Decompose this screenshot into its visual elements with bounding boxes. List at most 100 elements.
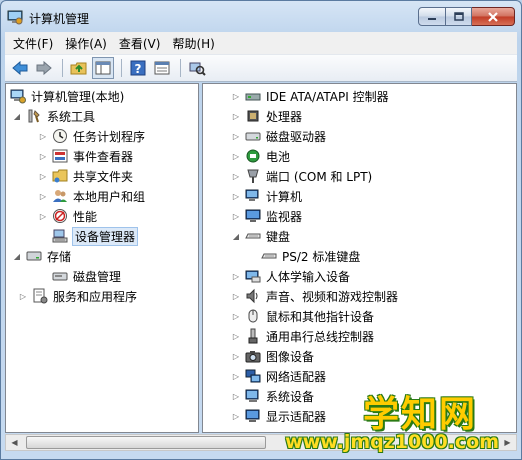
tree-system-tools[interactable]: ◢ 系统工具: [12, 106, 95, 126]
up-folder-button[interactable]: [68, 57, 90, 79]
expand-arrow-icon[interactable]: ▷: [38, 151, 48, 161]
device-category-hid[interactable]: ▷ 人体学输入设备: [231, 266, 350, 286]
tree-device-manager[interactable]: 设备管理器: [52, 226, 139, 246]
help-button[interactable]: ?: [127, 57, 149, 79]
device-category-computer[interactable]: ▷ 计算机: [231, 186, 302, 206]
tree-event-viewer[interactable]: ▷ 事件查看器: [38, 146, 133, 166]
expand-arrow-icon[interactable]: ▷: [38, 131, 48, 141]
title-bar[interactable]: 计算机管理: [1, 1, 521, 31]
device-category-cpu[interactable]: ▷ 处理器: [231, 106, 302, 126]
expand-arrow-icon[interactable]: ▷: [231, 331, 241, 341]
scan-hardware-button[interactable]: [186, 57, 208, 79]
expand-arrow-icon[interactable]: ▷: [231, 411, 241, 421]
expand-arrow-icon[interactable]: ▷: [231, 91, 241, 101]
minimize-icon: [428, 17, 436, 20]
collapse-arrow-icon[interactable]: ◢: [12, 111, 22, 121]
toolbar-separator: [121, 59, 122, 77]
expand-arrow-icon[interactable]: ▷: [231, 111, 241, 121]
horizontal-scrollbar[interactable]: ◀ ▶: [5, 434, 517, 451]
scroll-left-icon[interactable]: ◀: [6, 435, 23, 450]
device-category-cpu-label: 处理器: [266, 109, 303, 124]
device-category-ports[interactable]: ▷ 端口 (COM 和 LPT): [231, 166, 372, 186]
device-ps2-keyboard[interactable]: PS/2 标准键盘: [261, 246, 360, 266]
minimize-button[interactable]: [418, 7, 446, 26]
menu-help[interactable]: 帮助(H): [166, 33, 220, 54]
device-list-pane[interactable]: ▷ IDE ATA/ATAPI 控制器 ▷ 处理器 ▷ 磁盘驱动器 ▷ 电池 ▷…: [202, 83, 517, 433]
expand-arrow-icon[interactable]: ▷: [38, 191, 48, 201]
tree-disk-management[interactable]: 磁盘管理: [52, 266, 121, 286]
device-category-network[interactable]: ▷ 网络适配器: [231, 366, 326, 386]
expand-arrow-icon[interactable]: ▷: [38, 211, 48, 221]
services-icon: [32, 288, 48, 304]
device-category-usb-label: 通用串行总线控制器: [266, 329, 375, 344]
expand-arrow-icon[interactable]: ▷: [38, 171, 48, 181]
window-title: 计算机管理: [29, 12, 90, 26]
properties-button[interactable]: [151, 57, 173, 79]
expand-arrow-icon[interactable]: ▷: [231, 171, 241, 181]
properties-icon: [154, 61, 170, 75]
device-category-network-label: 网络适配器: [266, 369, 327, 384]
tree-performance[interactable]: ▷ 性能: [38, 206, 97, 226]
device-category-monitor[interactable]: ▷ 监视器: [231, 206, 302, 226]
device-category-computer-label: 计算机: [266, 189, 303, 204]
shared-folder-icon: [52, 168, 68, 184]
device-category-mouse[interactable]: ▷ 鼠标和其他指针设备: [231, 306, 374, 326]
ide-controller-icon: [245, 88, 261, 104]
console-tree-pane[interactable]: 计算机管理(本地) ◢ 系统工具 ▷ 任务计划程序 ▷ 事件查看器 ▷ 共享文件…: [5, 83, 199, 433]
forward-button[interactable]: [33, 57, 55, 79]
device-category-imaging-label: 图像设备: [266, 349, 315, 364]
expand-arrow-icon[interactable]: ▷: [231, 211, 241, 221]
device-category-imaging[interactable]: ▷ 图像设备: [231, 346, 314, 366]
tree-root[interactable]: 计算机管理(本地): [10, 86, 124, 106]
device-category-audio[interactable]: ▷ 声音、视频和游戏控制器: [231, 286, 398, 306]
tree-shared-folders[interactable]: ▷ 共享文件夹: [38, 166, 133, 186]
expand-arrow-icon[interactable]: ▷: [231, 151, 241, 161]
device-category-usb[interactable]: ▷ 通用串行总线控制器: [231, 326, 374, 346]
expand-arrow-icon[interactable]: ▷: [231, 291, 241, 301]
scrollbar-thumb[interactable]: [26, 436, 266, 449]
tree-root-label: 计算机管理(本地): [31, 89, 125, 104]
device-category-ports-label: 端口 (COM 和 LPT): [266, 169, 373, 184]
expand-arrow-icon[interactable]: ▷: [231, 351, 241, 361]
menu-view[interactable]: 查看(V): [113, 33, 167, 54]
back-button[interactable]: [9, 57, 31, 79]
tree-local-users[interactable]: ▷ 本地用户和组: [38, 186, 145, 206]
speaker-icon: [245, 288, 261, 304]
device-category-battery[interactable]: ▷ 电池: [231, 146, 290, 166]
close-button[interactable]: [472, 7, 515, 26]
collapse-arrow-icon[interactable]: ◢: [12, 251, 22, 261]
device-category-ide[interactable]: ▷ IDE ATA/ATAPI 控制器: [231, 86, 389, 106]
expand-arrow-icon[interactable]: ▷: [231, 391, 241, 401]
menu-action[interactable]: 操作(A): [59, 33, 113, 54]
tree-storage[interactable]: ◢ 存储: [12, 246, 71, 266]
device-category-system[interactable]: ▷ 系统设备: [231, 386, 314, 406]
tree-services-apps[interactable]: ▷ 服务和应用程序: [18, 286, 137, 306]
device-category-disk[interactable]: ▷ 磁盘驱动器: [231, 126, 326, 146]
tree-event-viewer-label: 事件查看器: [73, 149, 134, 164]
tools-icon: [26, 108, 42, 124]
computer-icon: [245, 188, 261, 204]
device-category-system-label: 系统设备: [266, 389, 315, 404]
expand-arrow-icon[interactable]: ▷: [18, 291, 28, 301]
tree-task-scheduler[interactable]: ▷ 任务计划程序: [38, 126, 145, 146]
expand-arrow-icon[interactable]: ▷: [231, 371, 241, 381]
scroll-right-icon[interactable]: ▶: [499, 435, 516, 450]
tree-local-users-label: 本地用户和组: [73, 189, 146, 204]
maximize-button[interactable]: [446, 7, 472, 26]
device-category-audio-label: 声音、视频和游戏控制器: [266, 289, 399, 304]
system-devices-icon: [245, 388, 261, 404]
show-hide-tree-button[interactable]: [92, 57, 114, 79]
help-icon: ?: [130, 60, 146, 76]
expand-arrow-icon[interactable]: ▷: [231, 131, 241, 141]
close-icon: [488, 11, 498, 22]
menu-file[interactable]: 文件(F): [7, 33, 59, 54]
collapse-arrow-icon[interactable]: ◢: [231, 231, 241, 241]
expand-arrow-icon[interactable]: ▷: [231, 311, 241, 321]
tree-storage-label: 存储: [47, 249, 72, 264]
device-category-keyboard[interactable]: ◢ 键盘: [231, 226, 290, 246]
expand-arrow-icon[interactable]: ▷: [231, 271, 241, 281]
tree-shared-folders-label: 共享文件夹: [73, 169, 134, 184]
disk-management-icon: [52, 268, 68, 284]
device-category-display[interactable]: ▷ 显示适配器: [231, 406, 326, 426]
expand-arrow-icon[interactable]: ▷: [231, 191, 241, 201]
